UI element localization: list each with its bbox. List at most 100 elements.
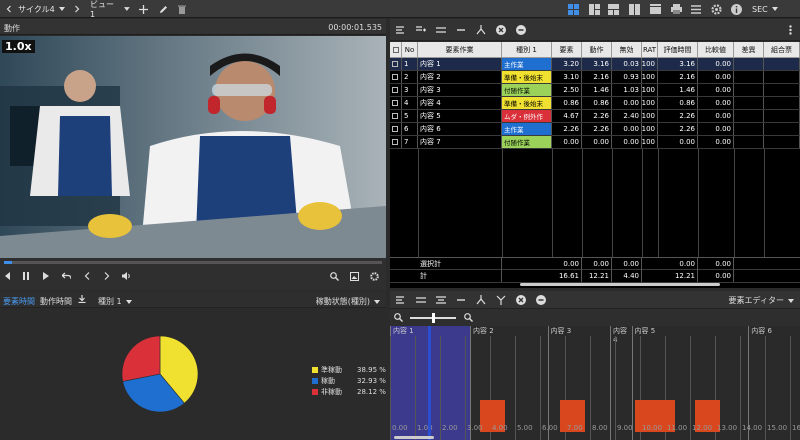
pencil-icon[interactable] [156, 2, 170, 16]
zoom-slider-thumb[interactable] [432, 313, 435, 323]
play-icon[interactable] [42, 272, 50, 280]
branch-icon[interactable] [496, 295, 506, 305]
row-checkbox[interactable] [390, 123, 402, 135]
zoom-slider[interactable] [410, 313, 456, 323]
view-dropdown[interactable]: ビュー 1 [90, 0, 130, 19]
clapperboard-icon[interactable] [648, 2, 662, 16]
zoom-in-icon[interactable] [464, 313, 473, 322]
undo-icon[interactable] [62, 272, 71, 280]
header-invalid[interactable]: 無効 [612, 42, 642, 58]
header-element[interactable]: 要素 [552, 42, 582, 58]
gear-icon[interactable] [709, 2, 723, 16]
element-editor-dropdown[interactable]: 要素エディター [729, 295, 794, 306]
row-eval-time: 0.00 [658, 136, 698, 148]
cancel-icon[interactable] [516, 295, 526, 305]
header-checkbox[interactable] [390, 42, 402, 58]
trash-icon[interactable] [175, 2, 189, 16]
row-no: 7 [402, 136, 418, 148]
video-image [0, 36, 386, 258]
add-row-icon[interactable] [416, 26, 426, 34]
timeline-gridline [465, 336, 466, 440]
prev-frame-icon[interactable] [4, 272, 12, 280]
step-forward-icon[interactable] [104, 272, 110, 280]
row-checkbox[interactable] [390, 136, 402, 148]
row-invalid-time: 0.93 [612, 71, 642, 83]
gear-icon[interactable] [370, 272, 379, 281]
pause-icon[interactable] [22, 272, 30, 280]
table-row[interactable]: 4 内容 4 準備・後始末 0.86 0.86 0.00 100 0.86 0.00 [390, 97, 800, 110]
insert-row-icon[interactable] [396, 26, 406, 34]
minus-circle-icon[interactable] [536, 295, 546, 305]
row-checkbox[interactable] [390, 84, 402, 96]
row-checkbox[interactable] [390, 110, 402, 122]
row-checkbox[interactable] [390, 71, 402, 83]
print-icon[interactable] [669, 2, 683, 16]
row-motion-time: 2.16 [582, 71, 612, 83]
step-back-icon[interactable] [84, 272, 90, 280]
table-row[interactable]: 5 内容 5 ムダ・例外作 4.67 2.26 2.40 100 2.26 0.00 [390, 110, 800, 123]
menu-icon[interactable] [689, 2, 703, 16]
timeline-tick-label: 0.00 [392, 424, 408, 432]
row-checkbox[interactable] [390, 97, 402, 109]
row-motion-time: 0.00 [582, 136, 612, 148]
info-icon[interactable] [729, 2, 743, 16]
header-motion[interactable]: 動作 [582, 42, 612, 58]
timeline-segment-label[interactable]: 内容 6 [748, 326, 800, 440]
unit-dropdown[interactable]: SEC [752, 0, 782, 18]
chevron-right-icon[interactable] [70, 2, 84, 16]
row-type-badge: ムダ・例外作 [502, 110, 552, 122]
tab-motion-time[interactable]: 動作時間 [40, 296, 72, 307]
table-row[interactable]: 7 内容 7 付随作業 0.00 0.00 0.00 100 0.00 0.00 [390, 136, 800, 149]
header-compare[interactable]: 比較値 [698, 42, 734, 58]
pie-slice[interactable] [121, 335, 161, 382]
align-icon[interactable] [436, 296, 446, 304]
table-row[interactable]: 1 内容 1 主作業 3.20 3.16 0.03 100 3.16 0.00 [390, 58, 800, 71]
header-rat[interactable]: RAT [642, 42, 658, 58]
timeline-playhead[interactable] [428, 326, 432, 440]
cycle-dropdown[interactable]: サイクル4 [18, 0, 68, 18]
timeline-scrollbar[interactable] [394, 436, 434, 439]
tab-element-time[interactable]: 要素時間 [3, 296, 35, 307]
zoom-icon[interactable] [330, 272, 339, 281]
more-vertical-icon[interactable] [789, 25, 792, 35]
header-eval-time[interactable]: 評価時間 [658, 42, 698, 58]
seek-bar[interactable] [4, 261, 382, 264]
layout-columns-icon[interactable] [627, 2, 641, 16]
merge-icon[interactable] [476, 25, 486, 35]
header-no[interactable]: No [402, 42, 418, 58]
chevron-left-icon[interactable] [2, 2, 16, 16]
volume-icon[interactable] [122, 272, 132, 280]
row-element-time: 4.67 [552, 110, 582, 122]
header-element-work[interactable]: 要素作業 [418, 42, 502, 58]
remove-row-icon[interactable] [456, 296, 466, 304]
header-combo[interactable]: 組合票 [764, 42, 800, 58]
merge-icon[interactable] [476, 295, 486, 305]
cancel-icon[interactable] [496, 25, 506, 35]
table-scrollbar[interactable] [520, 283, 720, 286]
zoom-out-icon[interactable] [394, 313, 403, 322]
image-icon[interactable] [350, 272, 359, 281]
header-diff[interactable]: 差異 [734, 42, 764, 58]
table-toolbar [390, 19, 800, 41]
timeline[interactable]: 内容 1 内容 2 内容 3 内容 4 内容 5 内容 6 0.00 1.00 2.00 3.00… [390, 326, 800, 440]
row-checkbox[interactable] [390, 58, 402, 70]
filter-dropdown[interactable]: 種別 1 [98, 296, 132, 307]
header-type[interactable]: 種別 1 [502, 42, 552, 58]
split-row-icon[interactable] [416, 296, 426, 304]
table-row[interactable]: 2 内容 2 準備・後始末 3.10 2.16 0.93 100 2.16 0.00 [390, 71, 800, 84]
remove-row-icon[interactable] [456, 26, 466, 34]
table-row[interactable]: 3 内容 3 付随作業 2.50 1.46 1.03 100 1.46 0.00 [390, 84, 800, 97]
mode-dropdown[interactable]: 稼動状態(種別) [316, 296, 380, 307]
add-icon[interactable] [136, 2, 150, 16]
timeline-segment-label[interactable]: 内容 4 [610, 326, 632, 440]
insert-row-icon[interactable] [396, 296, 406, 304]
unit-label: SEC [752, 4, 768, 14]
table-row[interactable]: 6 内容 6 主作業 2.26 2.26 0.00 100 2.26 0.00 [390, 123, 800, 136]
video-frame[interactable]: 1.0x [0, 36, 386, 258]
layout-split-icon[interactable] [587, 2, 601, 16]
split-row-icon[interactable] [436, 26, 446, 34]
download-icon[interactable] [78, 295, 86, 303]
minus-circle-icon[interactable] [516, 25, 526, 35]
layout-grid-icon[interactable] [566, 2, 580, 16]
layout-rows-icon[interactable] [606, 2, 620, 16]
